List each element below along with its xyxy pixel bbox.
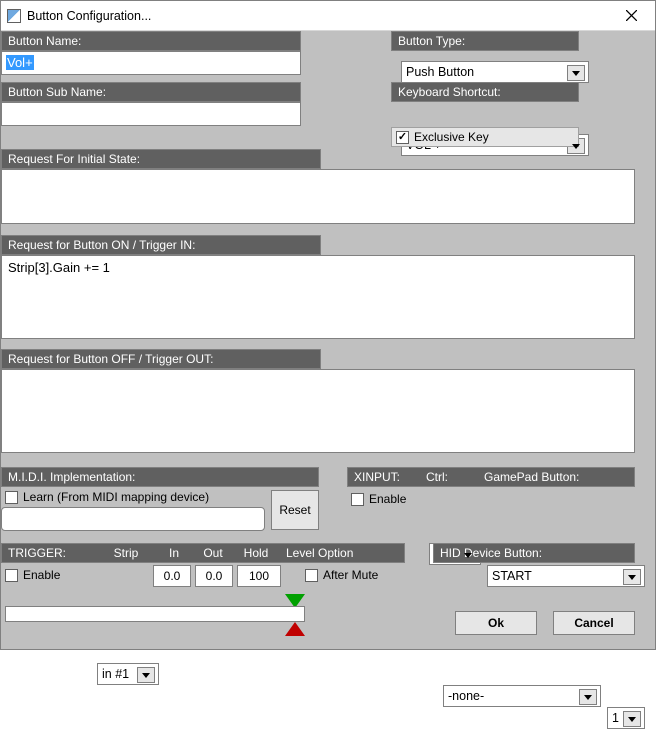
exclusive-key-label: Exclusive Key	[414, 130, 489, 144]
trigger-header: TRIGGER: Strip In Out Hold Level Option	[1, 543, 405, 563]
button-type-value: Push Button	[406, 65, 474, 79]
hid-device-value: -none-	[448, 689, 484, 703]
hid-device-select[interactable]: -none-	[443, 685, 601, 707]
titlebar: Button Configuration...	[1, 1, 655, 31]
exclusive-key-checkbox[interactable]: Exclusive Key	[396, 130, 574, 144]
trigger-hold-input[interactable]	[237, 565, 281, 587]
xinput-enable-checkbox[interactable]: Enable	[351, 492, 406, 506]
xinput-gp-select[interactable]: START	[487, 565, 645, 587]
button-subname-input[interactable]	[1, 102, 301, 126]
trigger-col-level: Level Option	[280, 545, 398, 561]
trigger-enable-box	[5, 569, 18, 582]
trigger-strip-select[interactable]: in #1	[97, 663, 159, 685]
button-name-input[interactable]: Vol+	[1, 51, 301, 75]
trigger-aftermute-box	[305, 569, 318, 582]
trigger-in-input[interactable]	[153, 565, 191, 587]
xinput-header-ctrl: Ctrl:	[426, 469, 484, 485]
trigger-slider[interactable]	[5, 606, 305, 622]
hid-index-select[interactable]: 1	[607, 707, 645, 729]
trigger-enable-label: Enable	[23, 568, 60, 582]
cancel-button[interactable]: Cancel	[553, 611, 635, 635]
trigger-strip-value: in #1	[102, 667, 129, 681]
trigger-aftermute-checkbox[interactable]: After Mute	[305, 568, 378, 582]
button-name-label: Button Name:	[1, 31, 301, 51]
button-subname-label: Button Sub Name:	[1, 82, 301, 102]
trigger-col-in: In	[156, 545, 194, 561]
close-button[interactable]	[609, 2, 653, 30]
request-initial-label: Request For Initial State:	[1, 149, 321, 169]
xinput-enable-box	[351, 493, 364, 506]
midi-reset-button[interactable]: Reset	[271, 490, 319, 530]
request-off-label: Request for Button OFF / Trigger OUT:	[1, 349, 321, 369]
trigger-out-input[interactable]	[195, 565, 233, 587]
trigger-header-title: TRIGGER:	[8, 545, 98, 561]
hid-index-value: 1	[612, 711, 619, 725]
ok-button[interactable]: Ok	[455, 611, 537, 635]
exclusive-key-box	[396, 131, 409, 144]
request-on-label: Request for Button ON / Trigger IN:	[1, 235, 321, 255]
xinput-header-x: XINPUT:	[354, 469, 426, 485]
trigger-col-strip: Strip	[98, 545, 156, 561]
button-name-value: Vol+	[6, 55, 34, 70]
client-area: Button Name: Vol+ Button Sub Name: Butto…	[1, 31, 655, 649]
trigger-aftermute-label: After Mute	[323, 568, 378, 582]
request-initial-textarea[interactable]	[1, 169, 635, 224]
trigger-handle-out-icon[interactable]	[285, 622, 305, 636]
midi-learn-label: Learn (From MIDI mapping device)	[23, 490, 209, 504]
button-type-select[interactable]: Push Button	[401, 61, 589, 83]
xinput-header-gp: GamePad Button:	[484, 469, 581, 485]
window: Button Configuration... Button Name: Vol…	[0, 0, 656, 650]
request-on-textarea[interactable]: Strip[3].Gain += 1	[1, 255, 635, 339]
app-icon	[7, 9, 21, 23]
trigger-slider-track[interactable]	[5, 606, 305, 622]
close-icon	[626, 10, 637, 21]
xinput-gp-value: START	[492, 569, 532, 583]
midi-header: M.I.D.I. Implementation:	[1, 467, 319, 487]
xinput-enable-label: Enable	[369, 492, 406, 506]
button-type-label: Button Type:	[391, 31, 579, 51]
window-title: Button Configuration...	[27, 9, 609, 23]
trigger-col-out: Out	[194, 545, 234, 561]
midi-learn-box	[5, 491, 18, 504]
trigger-enable-checkbox[interactable]: Enable	[5, 568, 60, 582]
keyboard-shortcut-label: Keyboard Shortcut:	[391, 82, 579, 102]
xinput-header: XINPUT: Ctrl: GamePad Button:	[347, 467, 635, 487]
trigger-col-hold: Hold	[234, 545, 280, 561]
midi-value-input[interactable]	[1, 507, 265, 531]
request-off-textarea[interactable]	[1, 369, 635, 453]
